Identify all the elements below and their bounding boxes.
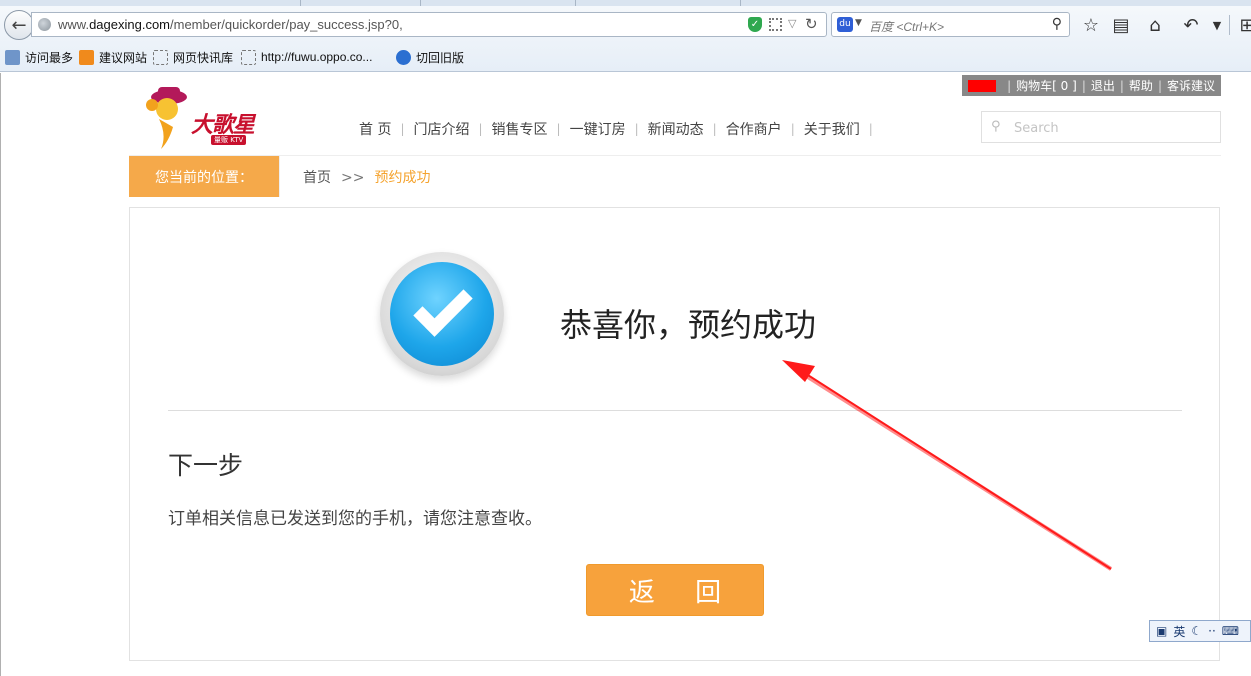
- logo-subtitle: 量贩 KTV: [211, 135, 247, 145]
- ime-toolbar[interactable]: ▣ 英 ☾ ·· ⌨: [1149, 620, 1251, 642]
- main-nav: 首 页 | 门店介绍 | 销售专区 | 一键订房 | 新闻动态 | 合作商户 |…: [350, 119, 873, 139]
- tab-separator: [740, 0, 741, 6]
- crop-icon[interactable]: ⊞: [1234, 12, 1251, 38]
- breadcrumb-path: 首页 >> 预约成功: [303, 167, 430, 187]
- moon-icon[interactable]: ☾: [1191, 624, 1202, 638]
- nav-news[interactable]: 新闻动态: [639, 119, 713, 139]
- bookmarks-toolbar: 访问最多 建议网站 网页快讯库 http://fuwu.oppo.co... 切…: [0, 45, 1251, 69]
- chevron-down-icon[interactable]: ▼: [1204, 12, 1230, 38]
- url-domain: dagexing.com: [89, 17, 171, 32]
- reload-icon[interactable]: ↻: [805, 15, 818, 33]
- back-button[interactable]: ←: [4, 10, 34, 40]
- bookmark-old-version[interactable]: 切回旧版: [396, 48, 464, 66]
- nav-about[interactable]: 关于我们: [795, 119, 869, 139]
- return-button[interactable]: 返 回: [586, 564, 764, 616]
- success-title: 恭喜你，预约成功: [560, 306, 817, 344]
- web-page: | 购物车[ 0 ] | 退出 | 帮助 | 客诉建议 大歌星 量贩 KTV 首…: [0, 73, 1251, 676]
- site-search-input[interactable]: [1014, 118, 1204, 138]
- page-icon: [241, 49, 256, 65]
- browser-search-box[interactable]: du ▼ 百度 <Ctrl+K> ⚲: [831, 12, 1070, 37]
- page-border: [0, 73, 1, 676]
- ime-language[interactable]: 英: [1173, 623, 1185, 640]
- breadcrumb-current: 预约成功: [374, 170, 431, 186]
- ime-logo-icon: ▣: [1156, 624, 1168, 638]
- nav-quick-booking[interactable]: 一键订房: [561, 119, 635, 139]
- folder-icon: [5, 49, 20, 65]
- site-search: ⚲: [981, 111, 1221, 143]
- bookmark-label: 访问最多: [25, 50, 74, 65]
- keyboard-icon[interactable]: ⌨: [1222, 624, 1239, 638]
- home-icon[interactable]: ⌂: [1142, 12, 1168, 38]
- breadcrumb-separator: >>: [341, 170, 365, 186]
- caret-down-icon[interactable]: ▼: [855, 18, 862, 28]
- url-text[interactable]: www.dagexing.com/member/quickorder/pay_s…: [58, 17, 403, 32]
- check-circle: [390, 262, 494, 366]
- nav-home[interactable]: 首 页: [350, 119, 400, 139]
- switch-icon: [396, 49, 411, 65]
- cart-link[interactable]: 购物车[ 0 ]: [1016, 77, 1077, 94]
- suggested-sites-icon: [79, 49, 94, 65]
- bookmark-label: 切回旧版: [416, 50, 465, 65]
- breadcrumb-divider: [279, 156, 280, 197]
- breadcrumb-home-link[interactable]: 首页: [303, 170, 331, 186]
- checkmark: [413, 277, 473, 337]
- star-icon[interactable]: ☆: [1078, 12, 1104, 38]
- punctuation-icon[interactable]: ··: [1208, 624, 1216, 638]
- next-step-text: 订单相关信息已发送到您的手机，请您注意查收。: [168, 509, 542, 529]
- bookmark-label: http://fuwu.oppo.co...: [261, 50, 373, 64]
- username-redacted: [968, 79, 997, 92]
- search-icon[interactable]: ⚲: [1052, 16, 1062, 32]
- browser-chrome: ← www.dagexing.com/member/quickorder/pay…: [0, 0, 1251, 72]
- arrow-left-icon: ←: [11, 14, 27, 36]
- nav-partners[interactable]: 合作商户: [717, 119, 791, 139]
- separator: |: [1157, 78, 1162, 93]
- tab-separator: [300, 0, 301, 6]
- nav-stores[interactable]: 门店介绍: [405, 119, 479, 139]
- success-check-icon: [380, 252, 504, 376]
- user-topbar: | 购物车[ 0 ] | 退出 | 帮助 | 客诉建议: [962, 75, 1221, 96]
- bookmark-label: 建议网站: [99, 50, 148, 65]
- qr-code-icon[interactable]: [769, 18, 782, 31]
- bookmarks-list-icon[interactable]: ▤: [1108, 12, 1134, 38]
- divider: [168, 410, 1182, 411]
- toolbar-separator: [1229, 15, 1230, 35]
- feedback-link[interactable]: 客诉建议: [1167, 77, 1215, 94]
- tab-strip: [0, 0, 1251, 6]
- nav-sales[interactable]: 销售专区: [483, 119, 557, 139]
- separator: |: [1081, 78, 1086, 93]
- success-panel: 恭喜你，预约成功 下一步 订单相关信息已发送到您的手机，请您注意查收。 返 回: [129, 207, 1220, 661]
- globe-icon: [38, 18, 51, 31]
- help-link[interactable]: 帮助: [1129, 77, 1153, 94]
- url-path: /member/quickorder/pay_success.jsp?0,: [170, 17, 403, 32]
- logout-link[interactable]: 退出: [1091, 77, 1115, 94]
- nav-separator: |: [868, 122, 873, 136]
- separator: |: [1119, 78, 1124, 93]
- baidu-icon[interactable]: du: [837, 17, 853, 32]
- tab-separator: [575, 0, 576, 6]
- page-icon: [153, 49, 168, 65]
- breadcrumb-label: 您当前的位置：: [129, 156, 279, 197]
- search-icon[interactable]: ⚲: [991, 119, 1001, 134]
- separator: |: [1007, 78, 1012, 93]
- browser-search-placeholder: 百度 <Ctrl+K>: [869, 20, 945, 34]
- bookmark-suggested-sites[interactable]: 建议网站: [79, 48, 147, 66]
- next-step-heading: 下一步: [168, 451, 244, 480]
- url-prefix: www.: [58, 17, 90, 32]
- tab-separator: [420, 0, 421, 6]
- breadcrumb: 您当前的位置： 首页 >> 预约成功: [129, 155, 1221, 197]
- bookmark-most-visited[interactable]: 访问最多: [5, 48, 73, 66]
- shield-icon[interactable]: ✓: [748, 17, 762, 32]
- bookmark-web-slices[interactable]: 网页快讯库: [153, 48, 233, 66]
- bookmark-label: 网页快讯库: [173, 50, 234, 65]
- undo-icon[interactable]: ↶: [1178, 12, 1204, 38]
- mascot-icon: [146, 87, 187, 149]
- address-bar[interactable]: www.dagexing.com/member/quickorder/pay_s…: [31, 12, 827, 37]
- bookmark-oppo[interactable]: http://fuwu.oppo.co...: [241, 48, 372, 66]
- chevron-down-icon[interactable]: ▽: [788, 17, 796, 30]
- site-logo[interactable]: 大歌星 量贩 KTV: [139, 83, 269, 153]
